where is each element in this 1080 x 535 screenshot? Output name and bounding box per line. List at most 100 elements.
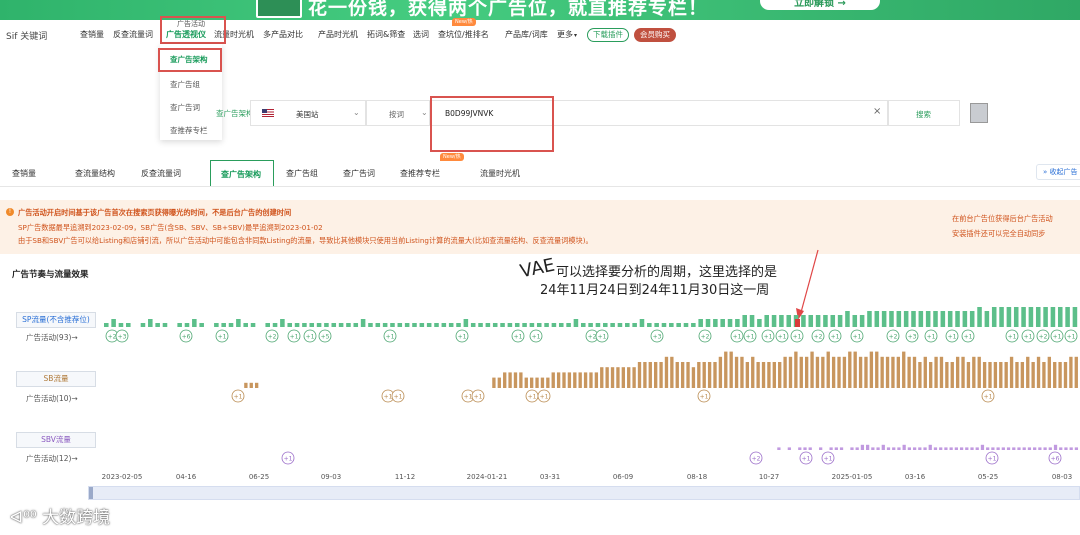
nav-item-rank-slot[interactable]: 查坑位/推排名: [438, 29, 489, 40]
bar-sb[interactable]: [508, 372, 512, 388]
bar-sp[interactable]: [280, 319, 285, 327]
bar-sb[interactable]: [837, 356, 841, 388]
bar-sp[interactable]: [1072, 307, 1078, 327]
activity-marker-sb[interactable]: +1: [525, 389, 539, 403]
bar-sbv[interactable]: [1033, 447, 1037, 450]
tab-traffic-structure[interactable]: 查流量结构: [75, 168, 115, 179]
bar-sb[interactable]: [745, 362, 750, 388]
bar-sp[interactable]: [544, 323, 549, 327]
bar-sp[interactable]: [757, 319, 762, 327]
bar-sbv[interactable]: [886, 447, 891, 450]
activity-marker-sbv[interactable]: +1: [281, 451, 295, 465]
bar-sp[interactable]: [713, 319, 718, 327]
download-plugin-button[interactable]: 下载插件: [587, 28, 629, 42]
activity-marker-sp[interactable]: +5: [318, 329, 332, 343]
bar-sp[interactable]: [830, 315, 836, 327]
bar-sb[interactable]: [1036, 356, 1041, 388]
bar-sb[interactable]: [1074, 356, 1078, 388]
bar-sbv[interactable]: [1022, 447, 1026, 450]
clear-icon[interactable]: ×: [873, 106, 881, 117]
bar-sb[interactable]: [853, 351, 857, 388]
bar-sbv[interactable]: [819, 447, 823, 450]
bar-sb[interactable]: [648, 362, 652, 388]
bar-sb[interactable]: [972, 356, 976, 388]
bar-sp[interactable]: [382, 323, 388, 327]
bar-sbv[interactable]: [839, 447, 844, 450]
bar-sp[interactable]: [801, 315, 806, 327]
tab-sales[interactable]: 查销量: [12, 168, 36, 179]
activity-marker-sb[interactable]: +1: [471, 389, 485, 403]
bar-sb[interactable]: [503, 372, 507, 388]
bar-sb[interactable]: [1047, 356, 1051, 388]
activity-marker-sp[interactable]: +1: [595, 329, 609, 343]
bar-sp[interactable]: [272, 323, 278, 327]
bar-sp[interactable]: [889, 311, 894, 327]
bar-sb[interactable]: [799, 356, 803, 388]
bar-sp[interactable]: [104, 323, 109, 327]
bar-sp[interactable]: [199, 323, 204, 327]
activity-marker-sp[interactable]: +3: [905, 329, 919, 343]
bar-sb[interactable]: [546, 377, 550, 388]
bar-sbv[interactable]: [980, 444, 985, 450]
bar-sp[interactable]: [1065, 307, 1070, 327]
bar-sb[interactable]: [707, 362, 712, 388]
bar-sb[interactable]: [1009, 356, 1014, 388]
bar-sb[interactable]: [939, 356, 944, 388]
bar-sp[interactable]: [390, 323, 395, 327]
bar-sb[interactable]: [751, 356, 755, 388]
bar-sbv[interactable]: [1006, 447, 1011, 450]
activity-marker-sbv[interactable]: +1: [821, 451, 835, 465]
bar-sb[interactable]: [713, 362, 717, 388]
bar-sp[interactable]: [368, 323, 373, 327]
bar-sp[interactable]: [962, 311, 968, 327]
bar-sp[interactable]: [309, 323, 315, 327]
bar-sbv[interactable]: [855, 447, 859, 450]
bar-sbv[interactable]: [1069, 447, 1073, 450]
bar-sb[interactable]: [627, 367, 631, 388]
bar-sp[interactable]: [683, 323, 689, 327]
nav-item-reverse-traffic[interactable]: 反查流量词: [113, 29, 153, 40]
marketplace-select[interactable]: 美国站 ⌄: [250, 100, 366, 126]
bar-sb[interactable]: [654, 362, 658, 388]
bar-sp[interactable]: [1057, 307, 1063, 327]
bar-sb[interactable]: [880, 356, 884, 388]
bar-sbv[interactable]: [939, 447, 943, 450]
bar-sb[interactable]: [497, 377, 501, 388]
bar-sb[interactable]: [670, 356, 674, 388]
bar-sbv[interactable]: [959, 447, 964, 450]
activity-marker-sbv[interactable]: +2: [749, 451, 763, 465]
bar-sp[interactable]: [735, 319, 740, 327]
bar-sp[interactable]: [265, 323, 270, 327]
bar-sb[interactable]: [788, 356, 793, 388]
bar-sp[interactable]: [485, 323, 491, 327]
bar-sp[interactable]: [808, 315, 814, 327]
bar-sb[interactable]: [1015, 362, 1019, 388]
bar-sp[interactable]: [111, 319, 116, 327]
bar-sbv[interactable]: [949, 447, 953, 450]
bar-sp[interactable]: [925, 311, 931, 327]
bar-sb[interactable]: [740, 356, 744, 388]
bar-sb[interactable]: [675, 362, 679, 388]
bar-sp[interactable]: [720, 319, 725, 327]
bar-sbv[interactable]: [902, 444, 906, 450]
bar-sp[interactable]: [903, 311, 909, 327]
bar-sbv[interactable]: [1059, 447, 1063, 450]
bar-sp[interactable]: [1006, 307, 1012, 327]
activity-marker-sbv[interactable]: +6: [1048, 451, 1062, 465]
bar-sb[interactable]: [600, 367, 604, 388]
bar-sp[interactable]: [456, 323, 461, 327]
bar-sb[interactable]: [950, 362, 954, 388]
bar-sb[interactable]: [756, 362, 760, 388]
bar-sp[interactable]: [463, 319, 469, 327]
tab-timemachine[interactable]: 流量时光机: [480, 168, 520, 179]
bar-sp[interactable]: [478, 323, 483, 327]
bar-sb[interactable]: [929, 362, 933, 388]
bar-sb[interactable]: [583, 372, 588, 388]
bar-sp[interactable]: [514, 323, 520, 327]
bar-sb[interactable]: [594, 372, 599, 388]
activity-marker-sp[interactable]: +1: [730, 329, 744, 343]
bar-sp[interactable]: [933, 311, 938, 327]
bar-sp[interactable]: [566, 323, 571, 327]
activity-marker-sp[interactable]: +1: [790, 329, 804, 343]
selected-week-bar[interactable]: [795, 319, 800, 327]
